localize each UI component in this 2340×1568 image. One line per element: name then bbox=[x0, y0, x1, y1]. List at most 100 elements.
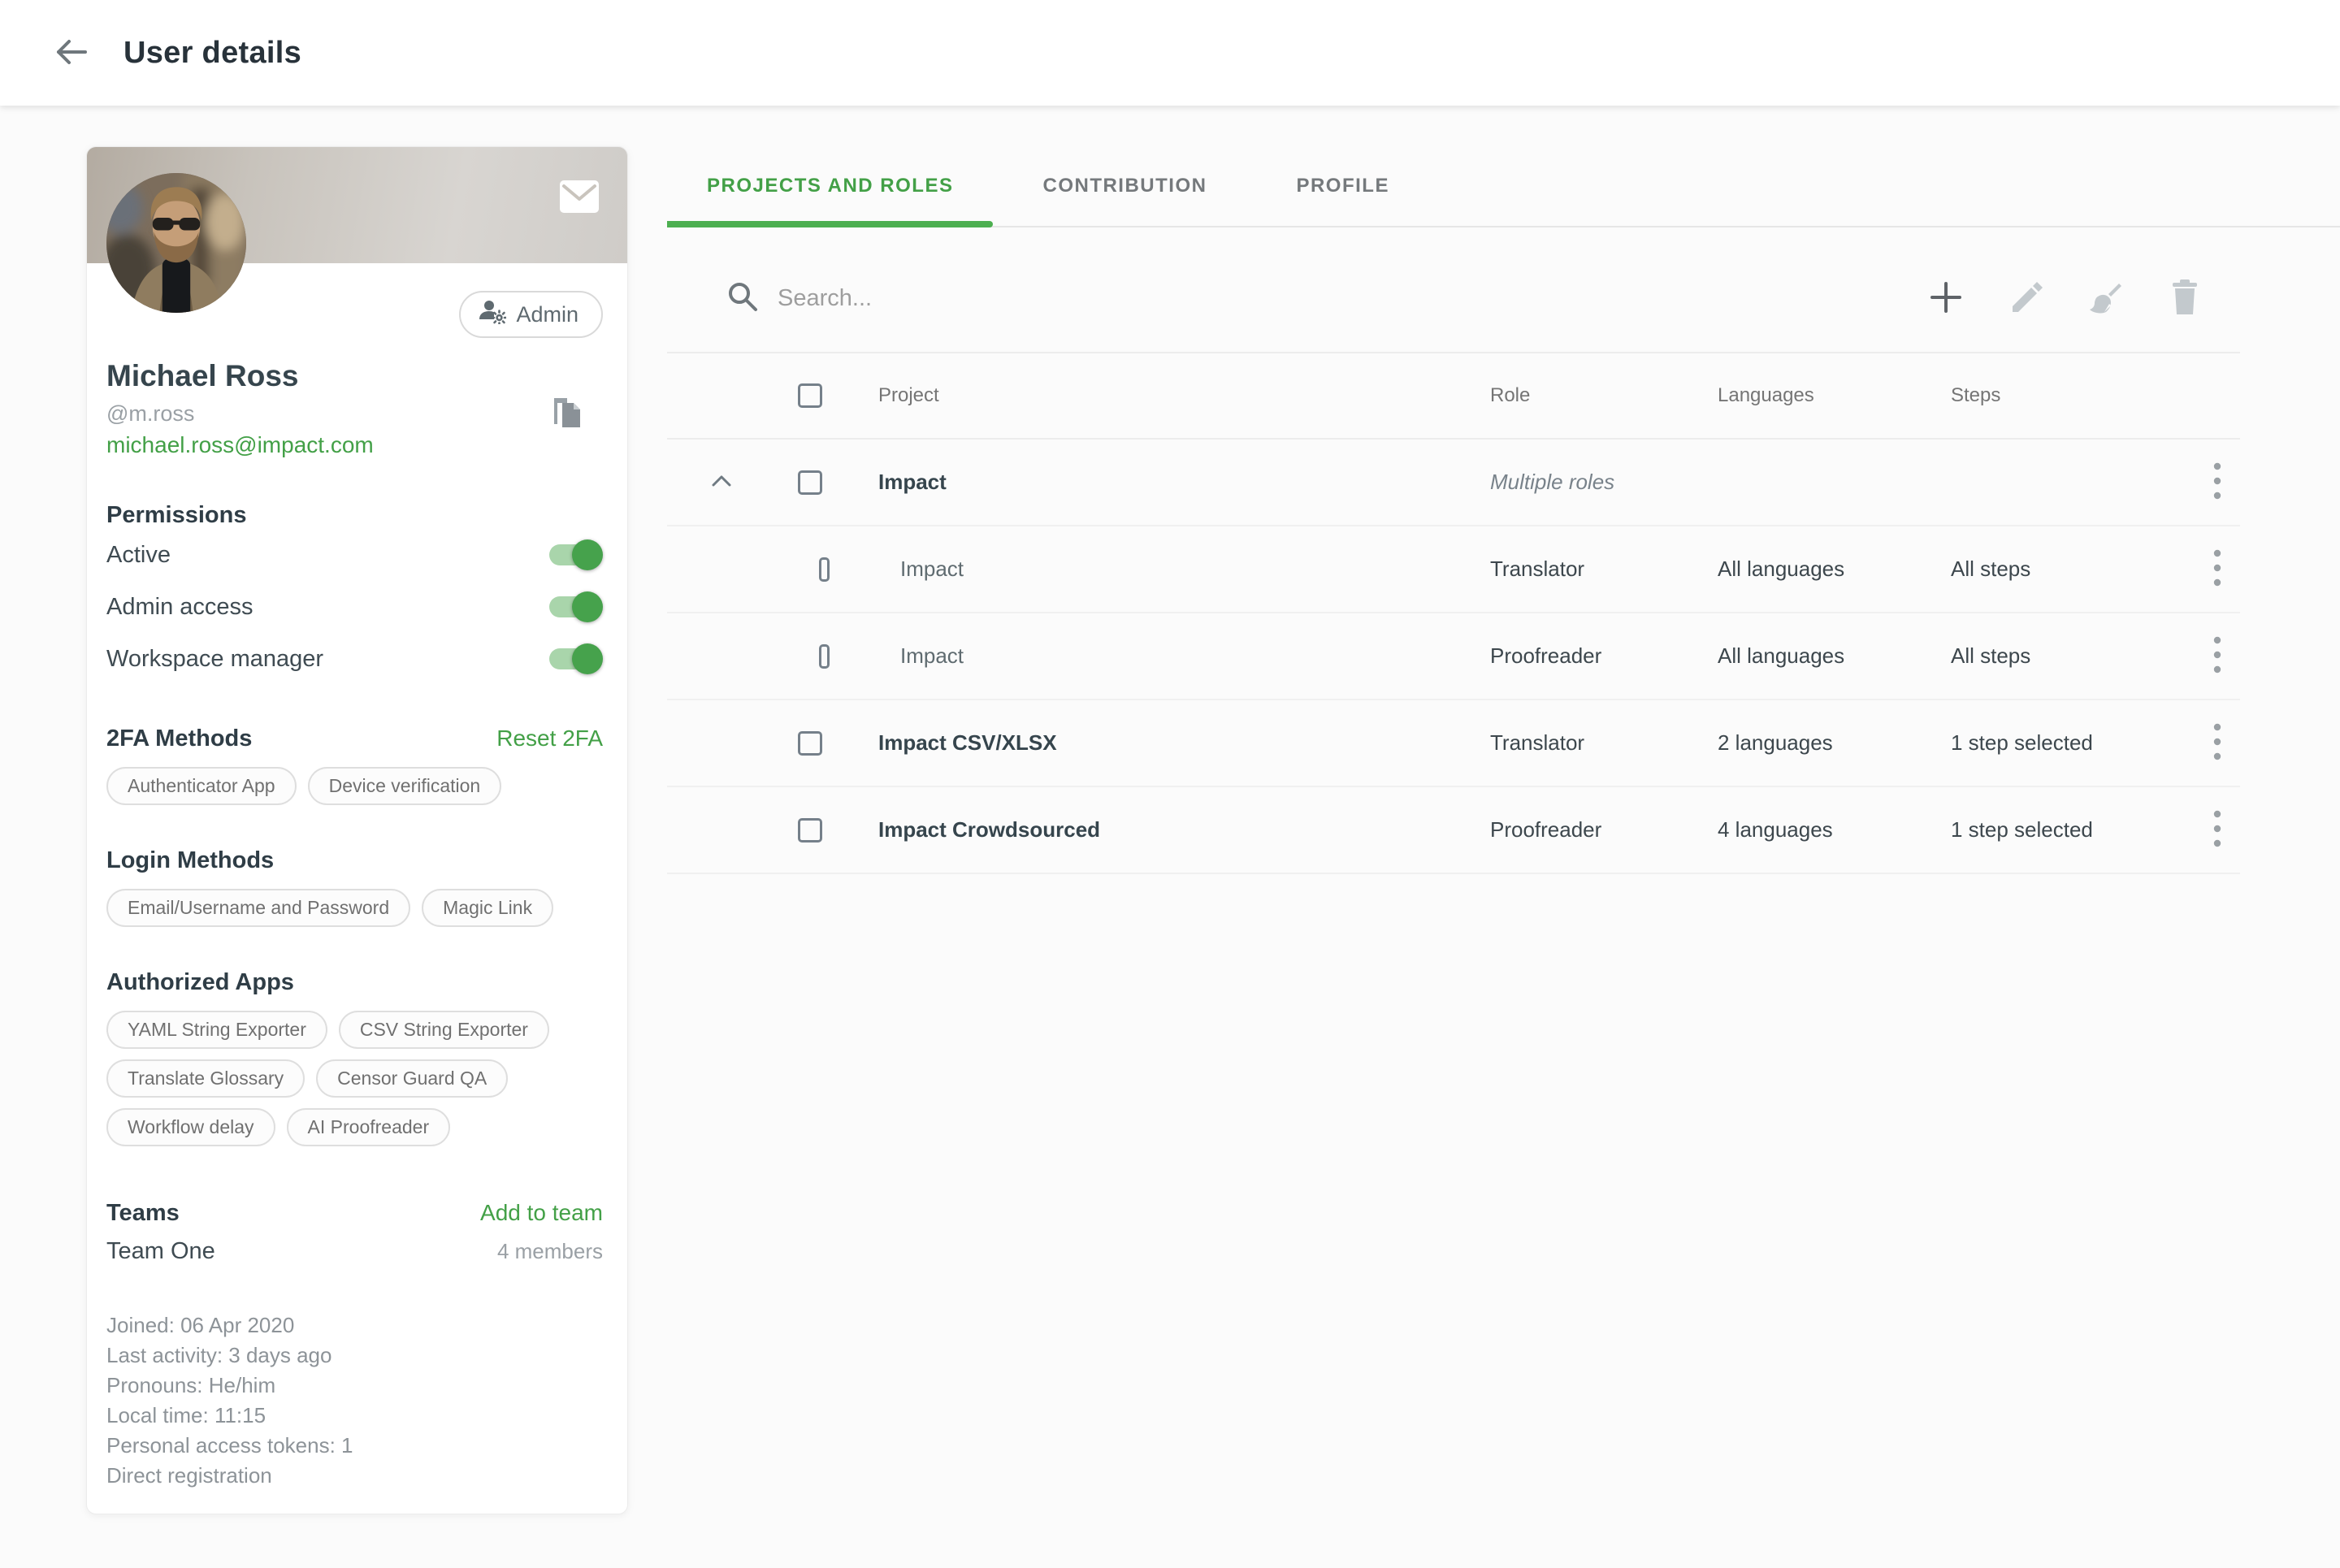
kebab-icon bbox=[2213, 462, 2221, 502]
kebab-icon bbox=[2213, 723, 2221, 763]
toggle-knob bbox=[572, 591, 603, 622]
row-checkbox[interactable] bbox=[819, 557, 830, 582]
meta-access-tokens: Personal access tokens: 1 bbox=[106, 1431, 603, 1461]
avatar bbox=[106, 173, 246, 313]
role-value: Proofreader bbox=[1490, 643, 1601, 669]
back-button[interactable] bbox=[49, 30, 94, 76]
add-to-team-link[interactable]: Add to team bbox=[480, 1200, 603, 1226]
authorized-app-chip: YAML String Exporter bbox=[106, 1011, 327, 1049]
user-profile-card: Admin Michael Ross @m.ross michael.ross@… bbox=[86, 146, 628, 1514]
toggle-knob bbox=[572, 539, 603, 570]
table-toolbar bbox=[667, 227, 2240, 353]
reset-2fa-link[interactable]: Reset 2FA bbox=[496, 726, 603, 752]
meta-local-time: Local time: 11:15 bbox=[106, 1401, 603, 1431]
app-header: User details bbox=[0, 0, 2340, 106]
table-row-impact-crowdsourced[interactable]: Impact Crowdsourced Proofreader 4 langua… bbox=[667, 787, 2240, 874]
select-all-checkbox[interactable] bbox=[798, 383, 822, 408]
project-name: Impact Crowdsourced bbox=[878, 817, 1100, 842]
row-menu-button[interactable] bbox=[2199, 460, 2235, 505]
details-panel: PROJECTS AND ROLES CONTRIBUTION PROFILE bbox=[667, 146, 2340, 874]
meta-registration: Direct registration bbox=[106, 1461, 603, 1491]
row-checkbox[interactable] bbox=[798, 731, 822, 756]
tab-projects-and-roles[interactable]: PROJECTS AND ROLES bbox=[667, 146, 993, 226]
row-menu-button[interactable] bbox=[2199, 547, 2235, 592]
row-checkbox[interactable] bbox=[819, 644, 830, 669]
authorized-apps-title: Authorized Apps bbox=[106, 969, 603, 996]
active-toggle[interactable] bbox=[549, 544, 601, 565]
meta-joined: Joined: 06 Apr 2020 bbox=[106, 1310, 603, 1341]
edit-button[interactable] bbox=[2001, 275, 2050, 323]
kebab-icon bbox=[2213, 810, 2221, 850]
send-email-button[interactable] bbox=[559, 180, 600, 214]
role-badge-label: Admin bbox=[516, 302, 578, 327]
login-method-chip: Magic Link bbox=[422, 889, 553, 927]
toggle-row-admin-access: Admin access bbox=[106, 581, 603, 633]
copy-icon bbox=[549, 422, 585, 435]
tab-contribution[interactable]: CONTRIBUTION bbox=[1003, 146, 1246, 226]
search-input[interactable] bbox=[778, 285, 1346, 312]
broom-icon bbox=[2086, 279, 2124, 318]
search-box bbox=[667, 279, 1922, 318]
toggle-knob bbox=[572, 643, 603, 674]
active-tab-underline bbox=[667, 221, 993, 227]
table-row-impact-group[interactable]: Impact Multiple roles bbox=[667, 440, 2240, 526]
toolbar-actions bbox=[1922, 275, 2240, 323]
add-button[interactable] bbox=[1922, 275, 1970, 323]
meta-pronouns: Pronouns: He/him bbox=[106, 1371, 603, 1401]
kebab-icon bbox=[2213, 549, 2221, 589]
page-title: User details bbox=[124, 36, 301, 71]
tab-label: PROJECTS AND ROLES bbox=[707, 175, 953, 197]
languages-value: 4 languages bbox=[1718, 817, 1833, 842]
languages-value: 2 languages bbox=[1718, 730, 1833, 756]
toggle-row-workspace-manager: Workspace manager bbox=[106, 633, 603, 685]
column-header-languages: Languages bbox=[1718, 384, 1951, 407]
admin-access-toggle[interactable] bbox=[549, 596, 601, 617]
teams-section: Teams Add to team Team One 4 members bbox=[87, 1200, 627, 1265]
project-name: Impact bbox=[878, 470, 947, 495]
delete-button[interactable] bbox=[2160, 275, 2209, 323]
envelope-icon bbox=[559, 204, 600, 216]
project-name: Impact bbox=[900, 643, 964, 669]
user-handle: @m.ross bbox=[106, 401, 603, 427]
role-value: Translator bbox=[1490, 730, 1584, 756]
user-email-link[interactable]: michael.ross@impact.com bbox=[106, 432, 374, 458]
team-row[interactable]: Team One 4 members bbox=[106, 1238, 603, 1265]
row-menu-button[interactable] bbox=[2199, 634, 2235, 679]
languages-value: All languages bbox=[1718, 643, 1844, 669]
row-menu-button[interactable] bbox=[2199, 808, 2235, 853]
authorized-app-chip: Workflow delay bbox=[106, 1108, 275, 1146]
steps-value: All steps bbox=[1951, 557, 2030, 582]
project-name: Impact CSV/XLSX bbox=[878, 730, 1057, 756]
twofa-method-chip: Authenticator App bbox=[106, 767, 297, 805]
twofa-method-chip: Device verification bbox=[308, 767, 502, 805]
team-name: Team One bbox=[106, 1238, 215, 1265]
chevron-up-icon bbox=[709, 473, 734, 492]
table-row-impact-translator[interactable]: Impact Translator All languages All step… bbox=[667, 526, 2240, 613]
tab-label: PROFILE bbox=[1296, 175, 1389, 197]
twofa-section: 2FA Methods Reset 2FA Authenticator App … bbox=[87, 726, 627, 805]
row-checkbox[interactable] bbox=[798, 470, 822, 495]
tab-label: CONTRIBUTION bbox=[1042, 175, 1207, 197]
toggle-label: Active bbox=[106, 542, 171, 569]
table-row-impact-csv-xlsx[interactable]: Impact CSV/XLSX Translator 2 languages 1… bbox=[667, 700, 2240, 787]
teams-title: Teams bbox=[106, 1200, 180, 1227]
collapse-group-button[interactable] bbox=[704, 465, 739, 500]
kebab-icon bbox=[2213, 636, 2221, 676]
trash-icon bbox=[2169, 279, 2201, 318]
table-row-impact-proofreader[interactable]: Impact Proofreader All languages All ste… bbox=[667, 613, 2240, 700]
project-name: Impact bbox=[900, 557, 964, 582]
toggle-label: Workspace manager bbox=[106, 646, 323, 673]
permissions-section: Permissions Active Admin access Workspac… bbox=[87, 502, 627, 685]
clear-filters-button[interactable] bbox=[2081, 275, 2130, 323]
tab-bar: PROJECTS AND ROLES CONTRIBUTION PROFILE bbox=[667, 146, 2340, 227]
workspace-manager-toggle[interactable] bbox=[549, 648, 601, 669]
column-header-role: Role bbox=[1490, 384, 1718, 407]
login-method-chip: Email/Username and Password bbox=[106, 889, 410, 927]
authorized-app-chip: Censor Guard QA bbox=[316, 1059, 508, 1098]
tab-profile[interactable]: PROFILE bbox=[1256, 146, 1429, 226]
row-menu-button[interactable] bbox=[2199, 721, 2235, 766]
column-header-project: Project bbox=[830, 384, 1490, 407]
copy-email-button[interactable] bbox=[549, 393, 585, 432]
row-checkbox[interactable] bbox=[798, 818, 822, 842]
role-value: Multiple roles bbox=[1490, 470, 1614, 495]
